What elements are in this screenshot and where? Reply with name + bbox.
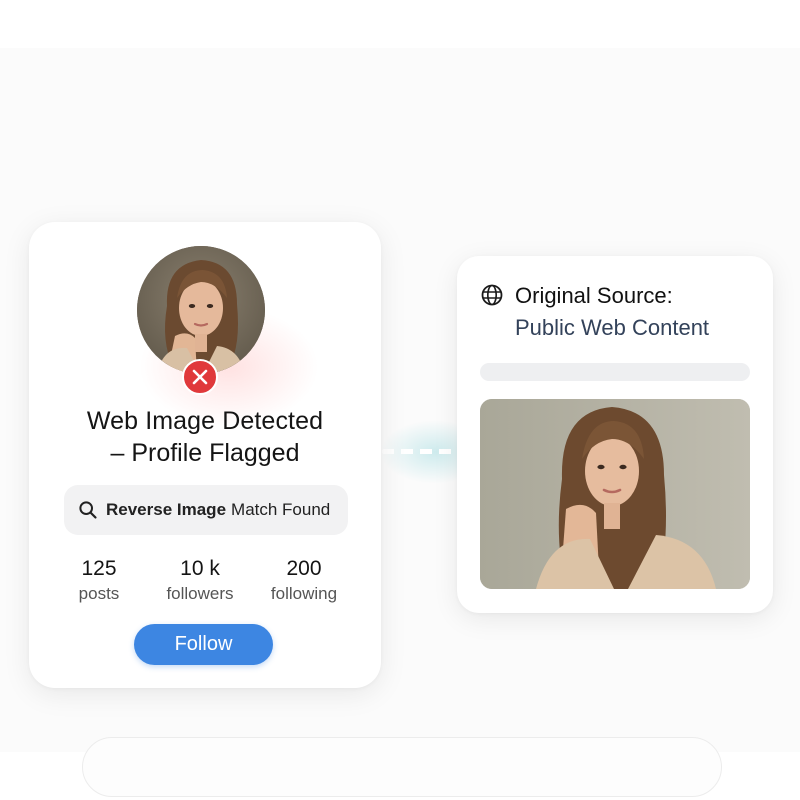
stat-followers[interactable]: 10 k followers (145, 556, 255, 606)
original-source-card: Original Source: Public Web Content (457, 256, 773, 613)
source-title: Original Source: (515, 283, 673, 308)
avatar-portrait (137, 246, 265, 374)
stat-value: 125 (81, 557, 117, 580)
flag-badge (182, 359, 218, 395)
flag-headline: Web Image Detected – Profile Flagged (29, 405, 381, 469)
globe-icon (481, 284, 503, 306)
search-icon (79, 501, 97, 519)
source-image[interactable] (480, 399, 750, 589)
match-rest-text: Match Found (231, 500, 331, 519)
reverse-image-match-pill[interactable]: Reverse Image Match Found (64, 485, 348, 535)
stat-label: posts (78, 584, 120, 603)
stat-value: 200 (286, 557, 322, 580)
source-subtitle: Public Web Content (515, 315, 710, 340)
stat-following[interactable]: 200 following (249, 556, 359, 606)
close-icon (192, 369, 208, 385)
placeholder-bar (480, 363, 750, 381)
stat-posts[interactable]: 125 posts (44, 556, 154, 606)
profile-stats: 125 posts 10 k followers 200 following (29, 556, 381, 606)
match-strong-text: Reverse Image (106, 500, 227, 519)
top-band (0, 0, 800, 48)
headline-line-1: Web Image Detected (86, 407, 324, 435)
avatar[interactable] (137, 246, 265, 374)
source-portrait (480, 399, 750, 589)
stat-label: followers (166, 584, 234, 603)
bottom-search-bar[interactable] (82, 737, 722, 797)
follow-button[interactable]: Follow (134, 624, 273, 665)
stat-label: following (270, 584, 338, 603)
profile-card: Web Image Detected – Profile Flagged Rev… (29, 222, 381, 688)
stat-value: 10 k (180, 557, 220, 580)
headline-line-2: – Profile Flagged (110, 439, 300, 467)
